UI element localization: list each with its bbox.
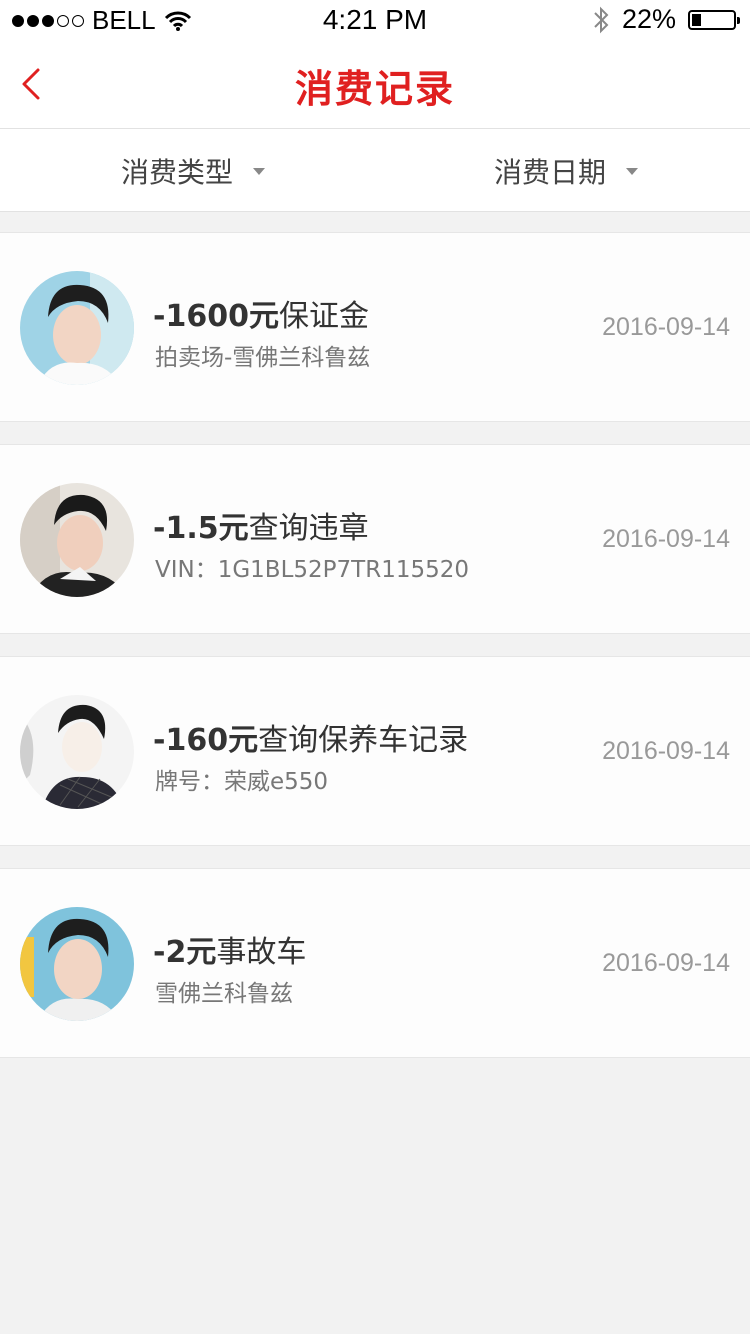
avatar: [20, 483, 134, 597]
record-date: 2016-09-14: [602, 737, 730, 765]
record-date: 2016-09-14: [602, 313, 730, 341]
record-item-name: 查询保养车记录: [258, 723, 469, 758]
page-title: 消费记录: [294, 67, 455, 111]
record-date: 2016-09-14: [602, 949, 730, 977]
battery-fill: [692, 13, 701, 26]
record-amount: -1600元: [153, 299, 279, 334]
battery-icon: [688, 9, 740, 30]
filter-bar: 消费类型 消费日期: [0, 129, 750, 212]
record-title: -1600元保证金: [153, 291, 369, 335]
record-subtitle: 拍卖场-雪佛兰科鲁兹: [155, 345, 371, 371]
bluetooth-icon: [594, 6, 609, 33]
record-item-name: 事故车: [216, 935, 307, 970]
record-amount: -160元: [153, 723, 259, 758]
filter-type-dropdown[interactable]: 消费类型: [121, 151, 266, 191]
record-title: -1.5元查询违章: [153, 503, 369, 547]
battery-percent: 22%: [621, 4, 676, 34]
filter-date-dropdown[interactable]: 消费日期: [494, 151, 639, 191]
record-amount: -2元: [153, 935, 217, 970]
avatar: [20, 695, 134, 809]
record-title: -160元查询保养车记录: [153, 715, 468, 759]
record-item-name: 保证金: [278, 299, 369, 334]
record-subtitle: VIN：1G1BL52P7TR115520: [155, 557, 470, 583]
record-item[interactable]: -1600元保证金 拍卖场-雪佛兰科鲁兹 2016-09-14: [0, 232, 750, 422]
record-item-name: 查询违章: [248, 511, 369, 546]
record-title: -2元事故车: [153, 927, 306, 971]
caret-down-icon: [253, 167, 266, 175]
record-item[interactable]: -160元查询保养车记录 牌号：荣威e550 2016-09-14: [0, 656, 750, 846]
avatar: [20, 907, 134, 1021]
caret-down-icon: [626, 167, 639, 175]
record-amount: -1.5元: [153, 511, 249, 546]
record-subtitle: 雪佛兰科鲁兹: [155, 981, 293, 1007]
filter-type-label: 消费类型: [121, 156, 234, 189]
record-date: 2016-09-14: [602, 525, 730, 553]
filter-date-label: 消费日期: [494, 156, 607, 189]
status-bar: BELL 4:21 PM 22%: [0, 0, 750, 40]
status-right: 22%: [592, 4, 740, 35]
record-item[interactable]: -1.5元查询违章 VIN：1G1BL52P7TR115520 2016-09-…: [0, 444, 750, 634]
record-subtitle: 牌号：荣威e550: [155, 769, 329, 795]
avatar: [20, 271, 134, 385]
nav-bar: 消费记录: [0, 40, 750, 129]
record-item[interactable]: -2元事故车 雪佛兰科鲁兹 2016-09-14: [0, 868, 750, 1058]
